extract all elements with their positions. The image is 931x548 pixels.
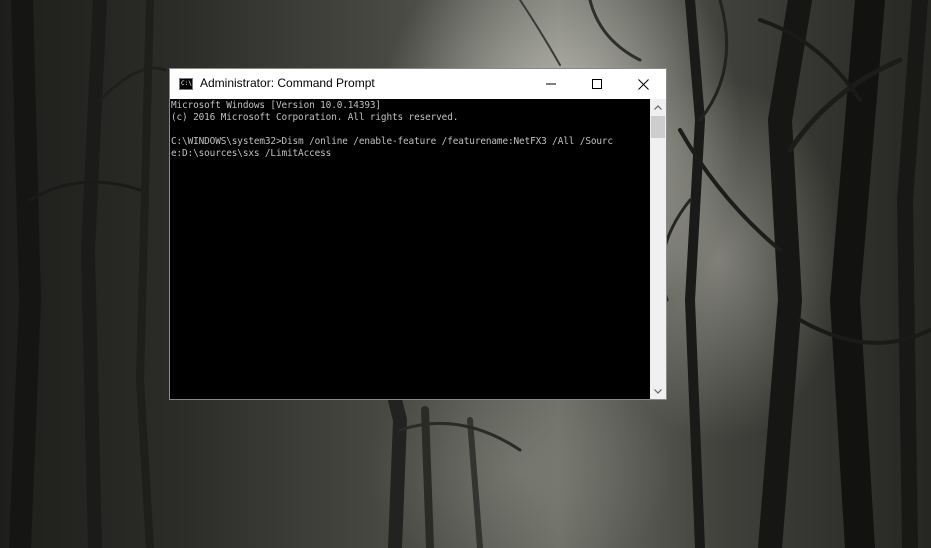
scrollbar-thumb[interactable] — [651, 116, 665, 138]
maximize-icon — [592, 79, 602, 89]
console-line: e:D:\sources\sxs /LimitAccess — [171, 148, 332, 159]
vertical-scrollbar[interactable] — [650, 99, 666, 399]
scroll-up-button[interactable] — [650, 99, 666, 115]
chevron-down-icon — [654, 388, 662, 394]
minimize-icon — [546, 83, 556, 85]
console-line: (c) 2016 Microsoft Corporation. All righ… — [171, 112, 459, 123]
chevron-up-icon — [654, 104, 662, 110]
maximize-button[interactable] — [574, 69, 620, 99]
title-bar[interactable]: C:\. Administrator: Command Prompt — [170, 69, 666, 99]
cmd-icon[interactable]: C:\. — [179, 78, 195, 90]
scroll-down-button[interactable] — [650, 383, 666, 399]
window-title: Administrator: Command Prompt — [200, 76, 375, 90]
console-line: C:\WINDOWS\system32>Dism /online /enable… — [171, 136, 613, 147]
close-button[interactable] — [620, 69, 666, 99]
command-prompt-window[interactable]: C:\. Administrator: Command Prompt Micro… — [169, 68, 667, 400]
console-output[interactable]: Microsoft Windows [Version 10.0.14393] (… — [170, 99, 650, 399]
console-line: Microsoft Windows [Version 10.0.14393] — [171, 100, 381, 111]
minimize-button[interactable] — [528, 69, 574, 99]
close-icon — [637, 78, 649, 90]
